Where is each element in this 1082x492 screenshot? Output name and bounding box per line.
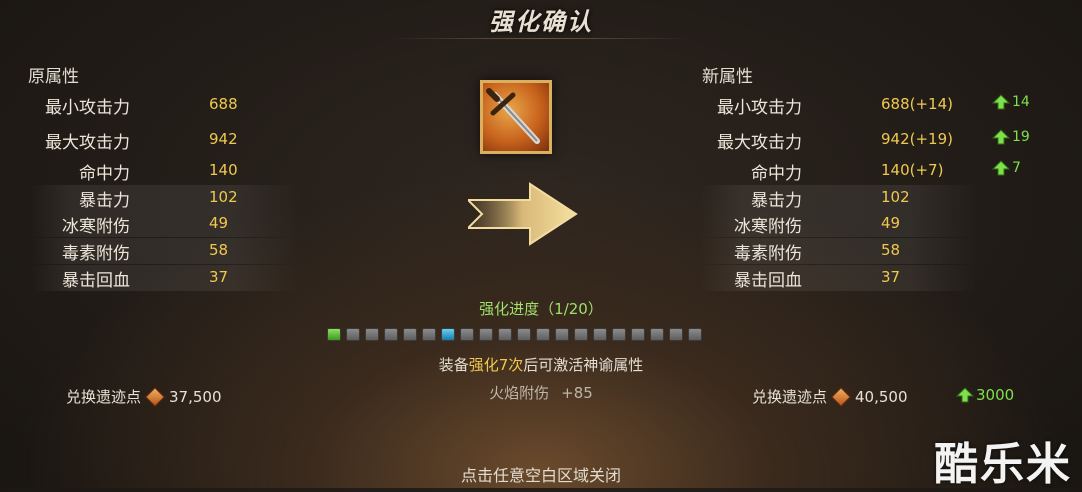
- stat-label: 暴击力: [79, 191, 130, 211]
- progress-dot: [384, 328, 398, 341]
- progress-dots: [327, 328, 702, 341]
- progress-dot: [403, 328, 417, 341]
- progress-dot: [498, 328, 512, 341]
- stat-value: 58: [209, 241, 229, 259]
- stat-label: 暴击力: [751, 191, 802, 211]
- progress-dot: [479, 328, 493, 341]
- stat-value: 688(+14): [881, 95, 953, 113]
- watermark-logo: 酷乐米: [934, 439, 1072, 490]
- progress-dot: [555, 328, 569, 341]
- stat-label: 命中力: [751, 164, 802, 184]
- stat-value: 58: [881, 241, 901, 259]
- stat-value: 102: [881, 188, 910, 206]
- stat-value: 49: [881, 214, 901, 232]
- hint-highlight: 强化7次: [468, 356, 524, 374]
- up-arrow-icon: [992, 94, 1010, 110]
- relic-gem-icon: [145, 386, 165, 407]
- stat-value: 942(+19): [881, 130, 953, 148]
- stat-label: 命中力: [79, 164, 130, 184]
- relic-label: 兑换遗迹点: [752, 388, 828, 406]
- progress-dot: [460, 328, 474, 341]
- stat-value: 140: [209, 161, 238, 179]
- stat-value: 942: [209, 130, 238, 148]
- item-slot[interactable]: [480, 80, 552, 154]
- relic-increase-value: 3000: [976, 386, 1015, 404]
- up-arrow-icon: [956, 387, 974, 403]
- progress-dot: [365, 328, 379, 341]
- progress-dot: [441, 328, 455, 341]
- progress-dot: [422, 328, 436, 341]
- stat-label: 冰寒附伤: [734, 217, 802, 237]
- progress-dot: [536, 328, 550, 341]
- relic-increase: 3000: [956, 386, 1014, 404]
- stat-increase: 7: [992, 160, 1021, 176]
- stat-increase-value: 7: [1012, 160, 1021, 176]
- relic-value: 40,500: [855, 387, 908, 406]
- stat-increase-value: 19: [1012, 129, 1030, 145]
- close-tip[interactable]: 点击任意空白区域关闭: [0, 462, 1082, 486]
- stat-value: 102: [209, 188, 238, 206]
- progress-dot: [612, 328, 626, 341]
- progress-dot: [574, 328, 588, 341]
- stat-value: 49: [209, 214, 229, 232]
- relic-gem-icon: [831, 386, 851, 407]
- dialog-title: 强化确认: [0, 2, 1082, 39]
- stat-label: 毒素附伤: [734, 244, 802, 264]
- progress-dot: [593, 328, 607, 341]
- stat-label: 最小攻击力: [717, 98, 802, 118]
- fire-bonus-value: +85: [561, 384, 593, 402]
- new-relic-points: 兑换遗迹点 40,500: [752, 386, 908, 407]
- oracle-hint: 装备强化7次后可激活神谕属性: [0, 354, 1082, 375]
- progress-dot: [631, 328, 645, 341]
- old-relic-points: 兑换遗迹点 37,500: [66, 386, 222, 407]
- stat-label: 暴击回血: [62, 271, 130, 291]
- sword-icon: [486, 88, 540, 144]
- progress-label: 强化进度（1/20）: [479, 300, 603, 318]
- new-attributes-heading: 新属性: [702, 67, 753, 87]
- old-attributes-heading: 原属性: [28, 67, 79, 87]
- progress-dot: [327, 328, 341, 341]
- fire-bonus-label: 火焰附伤: [489, 384, 550, 402]
- stat-label: 最大攻击力: [45, 133, 130, 153]
- stat-increase: 14: [992, 94, 1030, 110]
- up-arrow-icon: [992, 160, 1010, 176]
- stat-label: 冰寒附伤: [62, 217, 130, 237]
- progress-dot: [688, 328, 702, 341]
- upgrade-arrow-icon: [468, 182, 578, 246]
- stat-value: 37: [881, 268, 901, 286]
- stat-value: 688: [209, 95, 238, 113]
- stat-label: 毒素附伤: [62, 244, 130, 264]
- stat-label: 暴击回血: [734, 271, 802, 291]
- progress-dot: [669, 328, 683, 341]
- stat-label: 最大攻击力: [717, 133, 802, 153]
- stat-value: 37: [209, 268, 229, 286]
- relic-label: 兑换遗迹点: [66, 388, 142, 406]
- up-arrow-icon: [992, 129, 1010, 145]
- progress-dot: [650, 328, 664, 341]
- progress-dot: [517, 328, 531, 341]
- stat-increase: 19: [992, 129, 1030, 145]
- progress-dot: [346, 328, 360, 341]
- hint-prefix: 装备: [438, 356, 469, 374]
- hint-suffix: 后可激活神谕属性: [523, 356, 644, 374]
- stat-increase-value: 14: [1012, 94, 1030, 110]
- relic-value: 37,500: [169, 387, 222, 406]
- stat-label: 最小攻击力: [45, 98, 130, 118]
- stat-value: 140(+7): [881, 161, 944, 179]
